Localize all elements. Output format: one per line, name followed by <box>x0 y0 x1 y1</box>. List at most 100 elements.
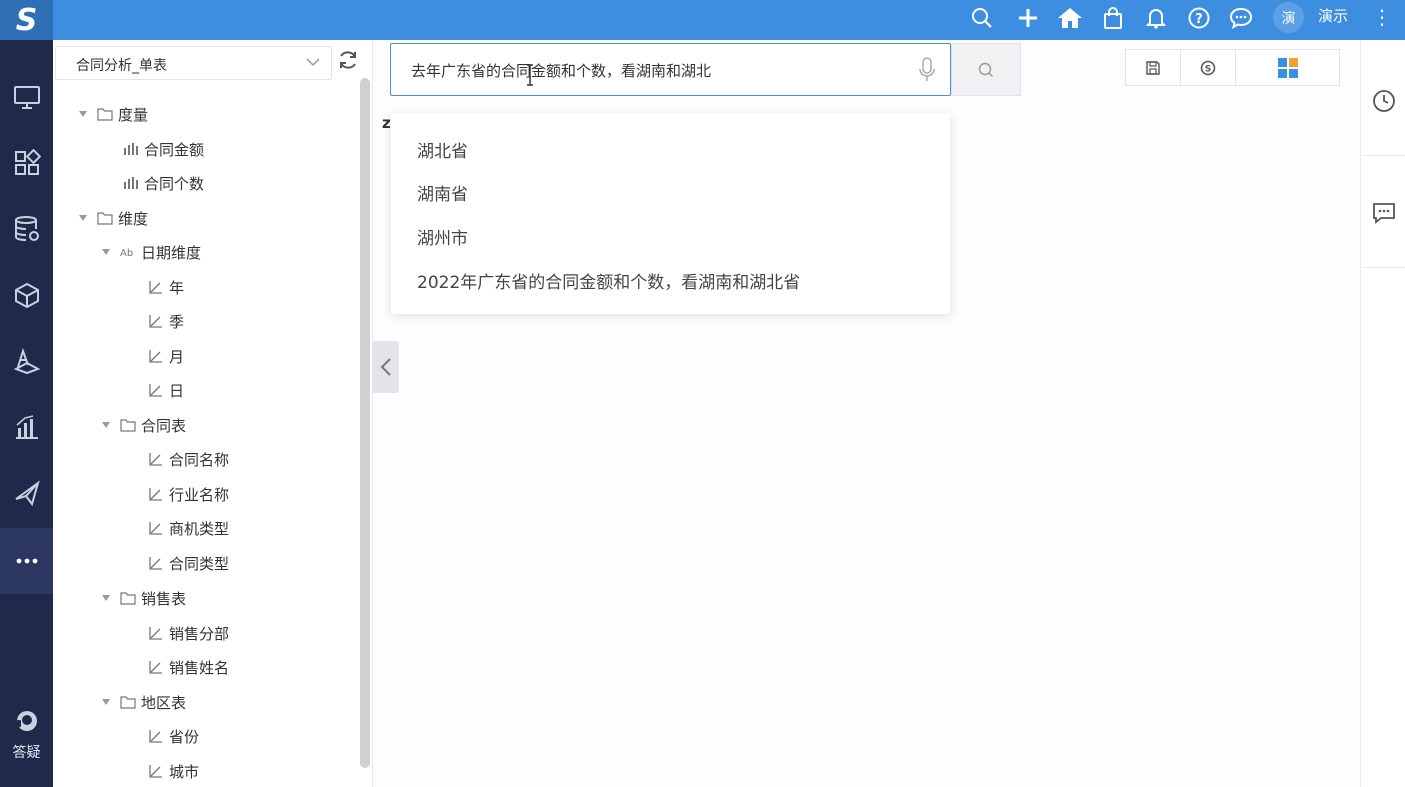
send-icon <box>14 480 40 507</box>
apps-icon <box>14 149 41 175</box>
tree-folder-measures[interactable]: 度量 <box>79 101 148 127</box>
tree-dimension-item[interactable]: 日 <box>148 377 184 403</box>
nl-query-input[interactable]: 去年广东省的合同金额和个数，看湖南和湖北 <box>390 43 951 96</box>
nav-cube[interactable] <box>0 262 53 328</box>
app-logo[interactable]: S <box>0 0 53 40</box>
message-icon <box>1373 202 1395 224</box>
nav-layers[interactable] <box>0 328 53 394</box>
clock-icon <box>1373 89 1395 112</box>
folder-icon <box>120 696 136 709</box>
nav-send[interactable] <box>0 460 53 526</box>
tree-scrollbar[interactable] <box>360 78 370 768</box>
caret-down-icon[interactable] <box>79 215 87 221</box>
save-button[interactable] <box>1126 50 1181 85</box>
folder-icon <box>97 212 113 225</box>
folder-icon <box>120 419 136 432</box>
left-nav: 答疑 <box>0 40 53 787</box>
layout-button[interactable] <box>1236 50 1340 85</box>
nav-monitor[interactable] <box>0 64 53 130</box>
tree-label: 城市 <box>169 762 200 781</box>
bell-icon[interactable] <box>1142 4 1170 32</box>
caret-down-icon[interactable] <box>102 249 110 255</box>
tree-dimension-item[interactable]: 城市 <box>148 758 199 784</box>
svg-text:?: ? <box>1195 12 1203 27</box>
suggestion-item[interactable]: 2022年广东省的合同金额和个数，看湖南和湖北省 <box>417 268 800 293</box>
tree-label: 地区表 <box>141 693 187 712</box>
nav-database[interactable] <box>0 196 53 262</box>
comments-button[interactable] <box>1362 158 1405 268</box>
tree-dimension-item[interactable]: 商机类型 <box>148 515 229 541</box>
dimension-icon <box>149 384 162 397</box>
search-button[interactable] <box>951 43 1021 96</box>
tree-dimension-item[interactable]: 合同类型 <box>148 550 229 576</box>
tree-dimension-item[interactable]: 季 <box>148 308 184 334</box>
cube-icon <box>14 282 39 309</box>
caret-down-icon[interactable] <box>102 422 110 428</box>
tree-measure-item[interactable]: 合同金额 <box>123 136 204 162</box>
result-toolbar: S <box>1125 49 1340 86</box>
dimension-icon <box>149 522 162 535</box>
tree-label: 销售分部 <box>169 624 230 643</box>
tree-dimension-item[interactable]: 行业名称 <box>148 481 229 507</box>
history-button[interactable] <box>1362 46 1405 156</box>
dataset-select[interactable]: 合同分析_单表 <box>55 46 332 80</box>
dimension-icon <box>149 281 162 294</box>
plus-icon[interactable] <box>1014 4 1042 32</box>
caret-down-icon[interactable] <box>79 111 87 117</box>
suggestion-item[interactable]: 湖北省 <box>417 137 468 162</box>
layout-grid-icon <box>1278 57 1298 78</box>
tree-date-dimension[interactable]: Ab 日期维度 <box>102 239 201 265</box>
tree-label: 商机类型 <box>169 519 230 538</box>
tree-label: 季 <box>169 312 185 331</box>
home-icon[interactable] <box>1056 4 1084 32</box>
microphone-icon[interactable] <box>918 57 936 83</box>
tree-label: 月 <box>169 347 185 366</box>
user-avatar[interactable]: 演 <box>1273 2 1304 33</box>
dimension-icon <box>149 315 162 328</box>
nav-apps[interactable] <box>0 130 53 196</box>
dimension-icon <box>149 350 162 363</box>
collapse-panel-button[interactable] <box>372 341 399 393</box>
share-icon: S <box>1200 60 1216 75</box>
tree-folder-region[interactable]: 地区表 <box>102 689 186 715</box>
monitor-icon <box>13 86 40 109</box>
tree-folder-sales[interactable]: 销售表 <box>102 585 186 611</box>
nav-bar-chart[interactable] <box>0 394 53 460</box>
layers-icon <box>13 347 40 375</box>
tree-label: 日 <box>169 381 185 400</box>
tree-dimension-item[interactable]: 省份 <box>148 723 199 749</box>
caret-down-icon[interactable] <box>102 699 110 705</box>
logo-letter: S <box>15 2 38 38</box>
skype-share-button[interactable]: S <box>1181 50 1236 85</box>
tree-dimension-item[interactable]: 月 <box>148 343 184 369</box>
tree-folder-contract[interactable]: 合同表 <box>102 412 186 438</box>
query-text: 去年广东省的合同金额和个数，看湖南和湖北 <box>411 62 712 80</box>
suggestion-item[interactable]: 湖州市 <box>417 224 468 249</box>
nav-help[interactable]: 答疑 <box>0 708 53 778</box>
tree-folder-dimensions[interactable]: 维度 <box>79 205 148 231</box>
more-vertical-icon[interactable]: ⋮ <box>1372 3 1392 33</box>
tree-dimension-item[interactable]: 合同名称 <box>148 446 229 472</box>
measure-icon <box>124 177 138 189</box>
tree-label: 合同表 <box>141 416 187 435</box>
tree-dimension-item[interactable]: 销售分部 <box>148 620 229 646</box>
suggestion-item[interactable]: 湖南省 <box>417 180 468 205</box>
tree-label: 行业名称 <box>169 485 230 504</box>
bag-icon[interactable] <box>1099 4 1127 32</box>
search-icon <box>978 62 993 77</box>
tree-dimension-item[interactable]: 销售姓名 <box>148 654 229 680</box>
search-icon[interactable] <box>968 4 996 32</box>
tree-dimension-item[interactable]: 年 <box>148 274 184 300</box>
help-icon[interactable]: ? <box>1185 4 1213 32</box>
user-name[interactable]: 演示 <box>1318 5 1348 26</box>
nav-more[interactable] <box>0 528 53 594</box>
tree-label: 度量 <box>118 105 149 124</box>
caret-down-icon[interactable] <box>102 595 110 601</box>
chevron-down-icon <box>306 58 320 67</box>
database-icon <box>14 216 39 241</box>
refresh-icon[interactable] <box>337 49 359 71</box>
tree-measure-item[interactable]: 合同个数 <box>123 170 204 196</box>
tree-label: 省份 <box>169 727 200 746</box>
more-icon <box>16 558 37 564</box>
chat-icon[interactable] <box>1227 4 1255 32</box>
